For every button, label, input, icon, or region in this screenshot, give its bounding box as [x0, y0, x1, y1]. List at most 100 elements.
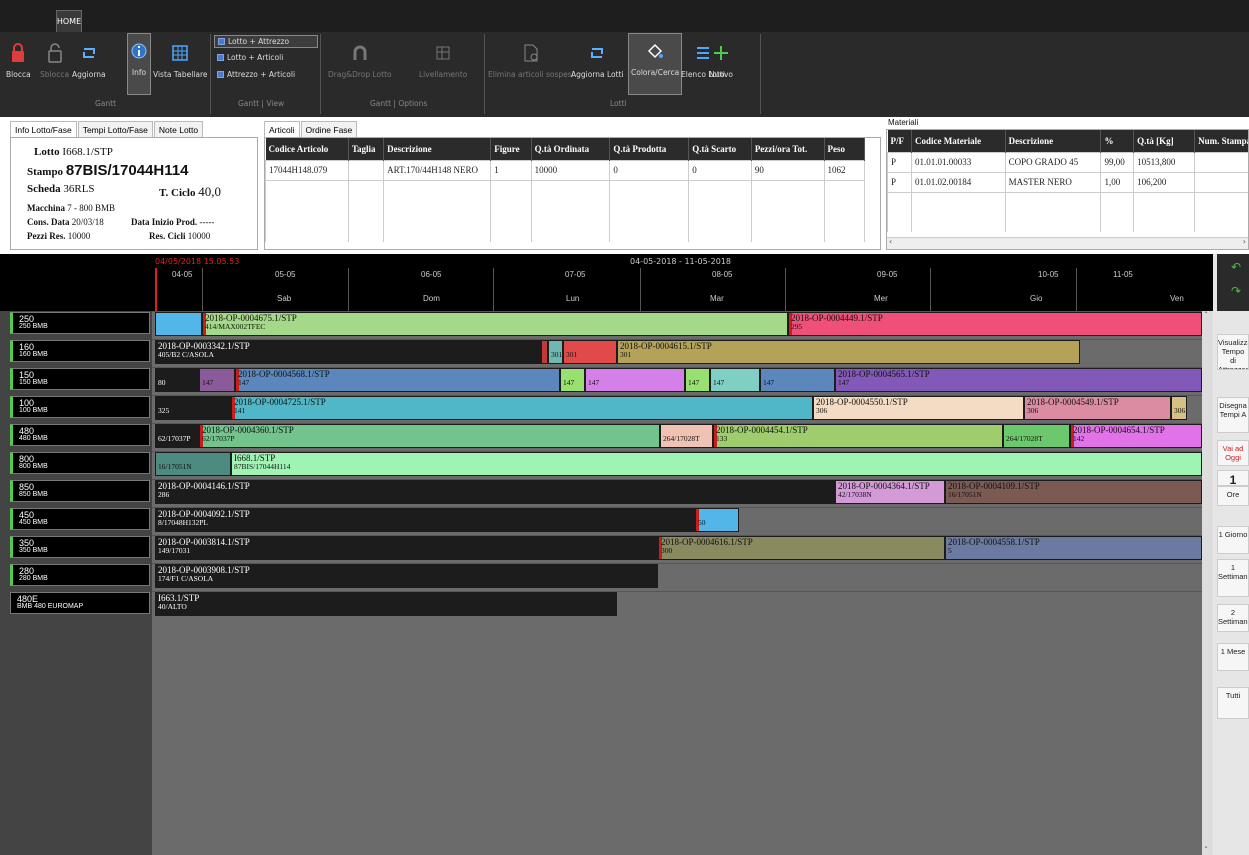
- materiali-scrollbar[interactable]: ‹ ›: [887, 237, 1248, 249]
- lot-bar[interactable]: 2018-OP-0003908.1/STP 174/F1 C/ASOLA: [155, 564, 658, 588]
- view-option-1-mese[interactable]: 1 Mese: [1217, 643, 1249, 671]
- lot-bar[interactable]: 147: [560, 368, 585, 392]
- lot-bar[interactable]: 2018-OP-0004449.1/STP 295: [788, 312, 1202, 336]
- lot-bar[interactable]: 2018-OP-0004360.1/STP 62/17037P: [199, 424, 660, 448]
- machine-row[interactable]: 480 480 BMB: [10, 424, 150, 446]
- machine-row[interactable]: 280 280 BMB: [10, 564, 150, 586]
- lot-bar[interactable]: I663.1/STP 40/ALTO: [155, 592, 617, 616]
- machine-row[interactable]: 250 250 BMB: [10, 312, 150, 334]
- view-option-disegna-tempi-a[interactable]: Disegna Tempi A: [1217, 397, 1249, 433]
- undo-arrow-icon[interactable]: ↶: [1231, 260, 1241, 274]
- redo-arrow-icon[interactable]: ↷: [1231, 284, 1241, 298]
- tab-home[interactable]: HOME: [56, 10, 82, 32]
- gantt-vertical-scrollbar[interactable]: ˆ ˇ: [1202, 311, 1213, 855]
- column-header[interactable]: Taglia: [348, 138, 385, 160]
- lot-bar[interactable]: [155, 312, 202, 336]
- column-header[interactable]: Pezzi/ora Tot.: [751, 138, 825, 160]
- lot-bar[interactable]: 2018-OP-0003814.1/STP 149/17031: [155, 536, 658, 560]
- lot-bar[interactable]: 264/17028T: [660, 424, 713, 448]
- machine-row[interactable]: 150 150 BMB: [10, 368, 150, 390]
- table-row[interactable]: P 01.01.02.00184 MASTER NERO 1,00 106,200: [887, 171, 1248, 193]
- machine-row[interactable]: 160 160 BMB: [10, 340, 150, 362]
- tab-info-lotto[interactable]: Info Lotto/Fase: [10, 121, 77, 138]
- scroll-left-icon[interactable]: ‹: [889, 237, 892, 246]
- table-row[interactable]: 17044H148.079 ART.170/44H148 NERO 1 10000 0 0…: [265, 159, 866, 181]
- scroll-down-icon[interactable]: ˇ: [1204, 846, 1208, 855]
- lot-bar[interactable]: 147: [685, 368, 710, 392]
- lot-bar[interactable]: 147: [710, 368, 760, 392]
- view-option-1[interactable]: 1: [1217, 470, 1249, 486]
- lot-bar[interactable]: 301: [548, 340, 563, 364]
- lot-bar[interactable]: 2018-OP-0004549.1/STP 306: [1024, 396, 1171, 420]
- lot-bar[interactable]: 2018-OP-0004565.1/STP 147: [835, 368, 1202, 392]
- column-header[interactable]: Descrizione: [383, 138, 492, 160]
- lot-bar[interactable]: 147: [760, 368, 835, 392]
- lot-bar[interactable]: 62/17037P: [155, 424, 199, 448]
- tab-articoli[interactable]: Articoli: [264, 121, 300, 138]
- lot-bar[interactable]: 301: [563, 340, 617, 364]
- view-option-ore[interactable]: Ore: [1217, 486, 1249, 506]
- column-header[interactable]: P/F: [887, 130, 912, 152]
- lot-bar[interactable]: 2018-OP-0004550.1/STP 306: [813, 396, 1024, 420]
- view-option-vai-ad-oggi[interactable]: Vai ad Oggi: [1217, 440, 1249, 466]
- machine-row[interactable]: 350 350 BMB: [10, 536, 150, 558]
- tab-ordine-fase[interactable]: Ordine Fase: [300, 121, 358, 138]
- sblocca-button[interactable]: Sblocca: [40, 36, 69, 79]
- lot-bar[interactable]: 2018-OP-0004558.1/STP 5: [945, 536, 1202, 560]
- column-header[interactable]: Descrizione: [1005, 130, 1102, 152]
- column-header[interactable]: Codice Articolo: [265, 138, 349, 160]
- lot-bar[interactable]: 2018-OP-0004109.1/STP 16/17051N: [945, 480, 1202, 504]
- lot-bar[interactable]: 2018-OP-0004616.1/STP 300: [658, 536, 945, 560]
- lot-bar[interactable]: 2018-OP-0004364.1/STP 42/17038N: [835, 480, 945, 504]
- column-header[interactable]: Q.tà Ordinata: [531, 138, 611, 160]
- lotto-articoli-option[interactable]: Lotto + Articoli: [214, 52, 286, 63]
- blocca-button[interactable]: Blocca: [6, 36, 31, 79]
- column-header[interactable]: Q.tà Scarto: [688, 138, 752, 160]
- lot-bar[interactable]: 2018-OP-0004568.1/STP 147: [235, 368, 560, 392]
- lot-bar[interactable]: 16/17051N: [155, 452, 231, 476]
- colora-cerca-button[interactable]: Colora/Cerca: [628, 33, 683, 95]
- scroll-up-icon[interactable]: ˆ: [1204, 311, 1208, 320]
- lot-bar[interactable]: I668.1/STP 87BIS/17044H114: [231, 452, 1202, 476]
- view-option-1-giorno[interactable]: 1 Giorno: [1217, 526, 1249, 554]
- lot-bar[interactable]: 2018-OP-0004654.1/STP 142: [1070, 424, 1202, 448]
- lot-bar[interactable]: 2018-OP-0004615.1/STP 301: [617, 340, 1080, 364]
- column-header[interactable]: Num. Stampa: [1194, 130, 1248, 152]
- lot-bar[interactable]: 306: [1171, 396, 1187, 420]
- machine-row[interactable]: 450 450 BMB: [10, 508, 150, 530]
- machine-row[interactable]: 850 850 BMB: [10, 480, 150, 502]
- livellamento-button[interactable]: Livellamento: [419, 36, 467, 79]
- drag-drop-lotto-button[interactable]: Drag&Drop Lotto: [328, 36, 392, 79]
- aggiorna-button[interactable]: Aggiorna: [72, 36, 106, 79]
- view-option-2-settimane[interactable]: 2 Settimane: [1217, 604, 1249, 632]
- column-header[interactable]: Q.tà Prodotta: [609, 138, 690, 160]
- table-row[interactable]: P 01.01.01.00033 COPO GRADO 45 99,00 10513,8…: [887, 151, 1248, 173]
- lot-bar[interactable]: 2018-OP-0004675.1/STP 414/MAX002TFEC: [202, 312, 788, 336]
- scroll-right-icon[interactable]: ›: [1243, 237, 1246, 246]
- attrezzo-articoli-option[interactable]: Attrezzo + Articoli: [214, 69, 298, 80]
- column-header[interactable]: %: [1100, 130, 1135, 152]
- aggiorna-lotti-button[interactable]: Aggiorna Lotti: [571, 36, 624, 79]
- column-header[interactable]: Figure: [490, 138, 532, 160]
- lotto-attrezzo-option[interactable]: Lotto + Attrezzo: [214, 35, 318, 48]
- tab-note-lotto[interactable]: Note Lotto: [153, 121, 204, 138]
- info-button[interactable]: Info: [127, 33, 151, 95]
- view-option-tutti[interactable]: Tutti: [1217, 687, 1249, 719]
- column-header[interactable]: Codice Materiale: [911, 130, 1006, 152]
- lot-bar[interactable]: 2018-OP-0004092.1/STP 8/17048H132PL: [155, 508, 695, 532]
- lot-bar[interactable]: 147: [585, 368, 685, 392]
- lot-bar[interactable]: [541, 340, 548, 364]
- lot-bar[interactable]: 2018-OP-0004725.1/STP 141: [231, 396, 813, 420]
- lot-bar[interactable]: 264/17028T: [1003, 424, 1070, 448]
- elimina-articoli-sospesi-button[interactable]: Elimina articoli sospesi: [488, 36, 574, 79]
- lot-bar[interactable]: 147: [199, 368, 235, 392]
- view-option-1-settimana[interactable]: 1 Settimana: [1217, 559, 1249, 597]
- lot-bar[interactable]: 2018-OP-0003342.1/STP 405/B2 C/ASOLA: [155, 340, 541, 364]
- lot-bar[interactable]: 2018-OP-0004146.1/STP 286: [155, 480, 835, 504]
- lot-bar[interactable]: 2018-OP-0004454.1/STP 133: [713, 424, 1003, 448]
- column-header[interactable]: Peso: [824, 138, 866, 160]
- column-header[interactable]: Q.tà [Kg]: [1133, 130, 1196, 152]
- nuovo-button[interactable]: Nuovo: [709, 36, 733, 79]
- machine-row[interactable]: 480E BMB 480 EUROMAP: [10, 592, 150, 614]
- machine-row[interactable]: 100 100 BMB: [10, 396, 150, 418]
